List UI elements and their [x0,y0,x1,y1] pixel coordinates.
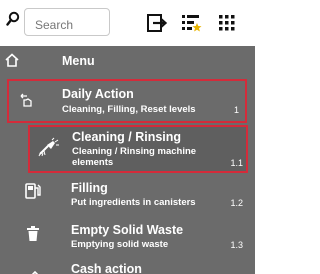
menu-item-cleaning-rinsing[interactable]: Cleaning / Rinsing Cleaning / Rinsing ma… [28,125,248,173]
menu-item-number: 1.2 [230,198,243,208]
export-icon[interactable] [146,12,168,34]
menu-header[interactable]: Menu [0,46,255,76]
menu-item-number: 1.3 [230,240,243,250]
menu-item-daily-action[interactable]: Daily Action Cleaning, Filling, Reset le… [7,79,247,123]
menu-item-empty-solid-waste[interactable]: Empty Solid Waste Emptying solid waste 1… [0,218,255,254]
home-icon [4,53,20,67]
trash-icon [26,226,40,247]
menu-header-label: Menu [62,54,95,68]
search-input[interactable] [24,8,110,36]
menu-item-title: Filling [71,181,108,195]
menu-item-title: Cleaning / Rinsing [72,130,182,144]
menu-item-subtitle: Cleaning, Filling, Reset levels [62,104,196,115]
list-star-icon[interactable] [180,12,202,34]
menu-item-filling[interactable]: Filling Put ingredients in canisters 1.2 [0,176,255,212]
menu-item-title: Cash action [71,262,142,274]
menu-item-subtitle: Put ingredients in canisters [71,197,196,208]
menu-item-cash-action[interactable]: Cash action [0,258,255,274]
menu-item-subtitle: Emptying solid waste [71,239,169,250]
hand-touch-icon [18,92,34,113]
search-icon[interactable] [6,11,20,27]
brush-clean-icon [38,137,60,162]
menu-item-subtitle: Cleaning / Rinsing machine elements [72,146,197,168]
menu-item-number: 1 [233,105,239,115]
cash-icon [26,267,44,274]
grid-menu-icon[interactable] [216,12,238,34]
menu-item-title: Empty Solid Waste [71,223,184,237]
fuel-pump-icon [24,182,42,205]
menu-item-number: 1.1 [230,158,243,168]
menu-item-title: Daily Action [62,87,134,101]
top-toolbar [0,0,255,46]
